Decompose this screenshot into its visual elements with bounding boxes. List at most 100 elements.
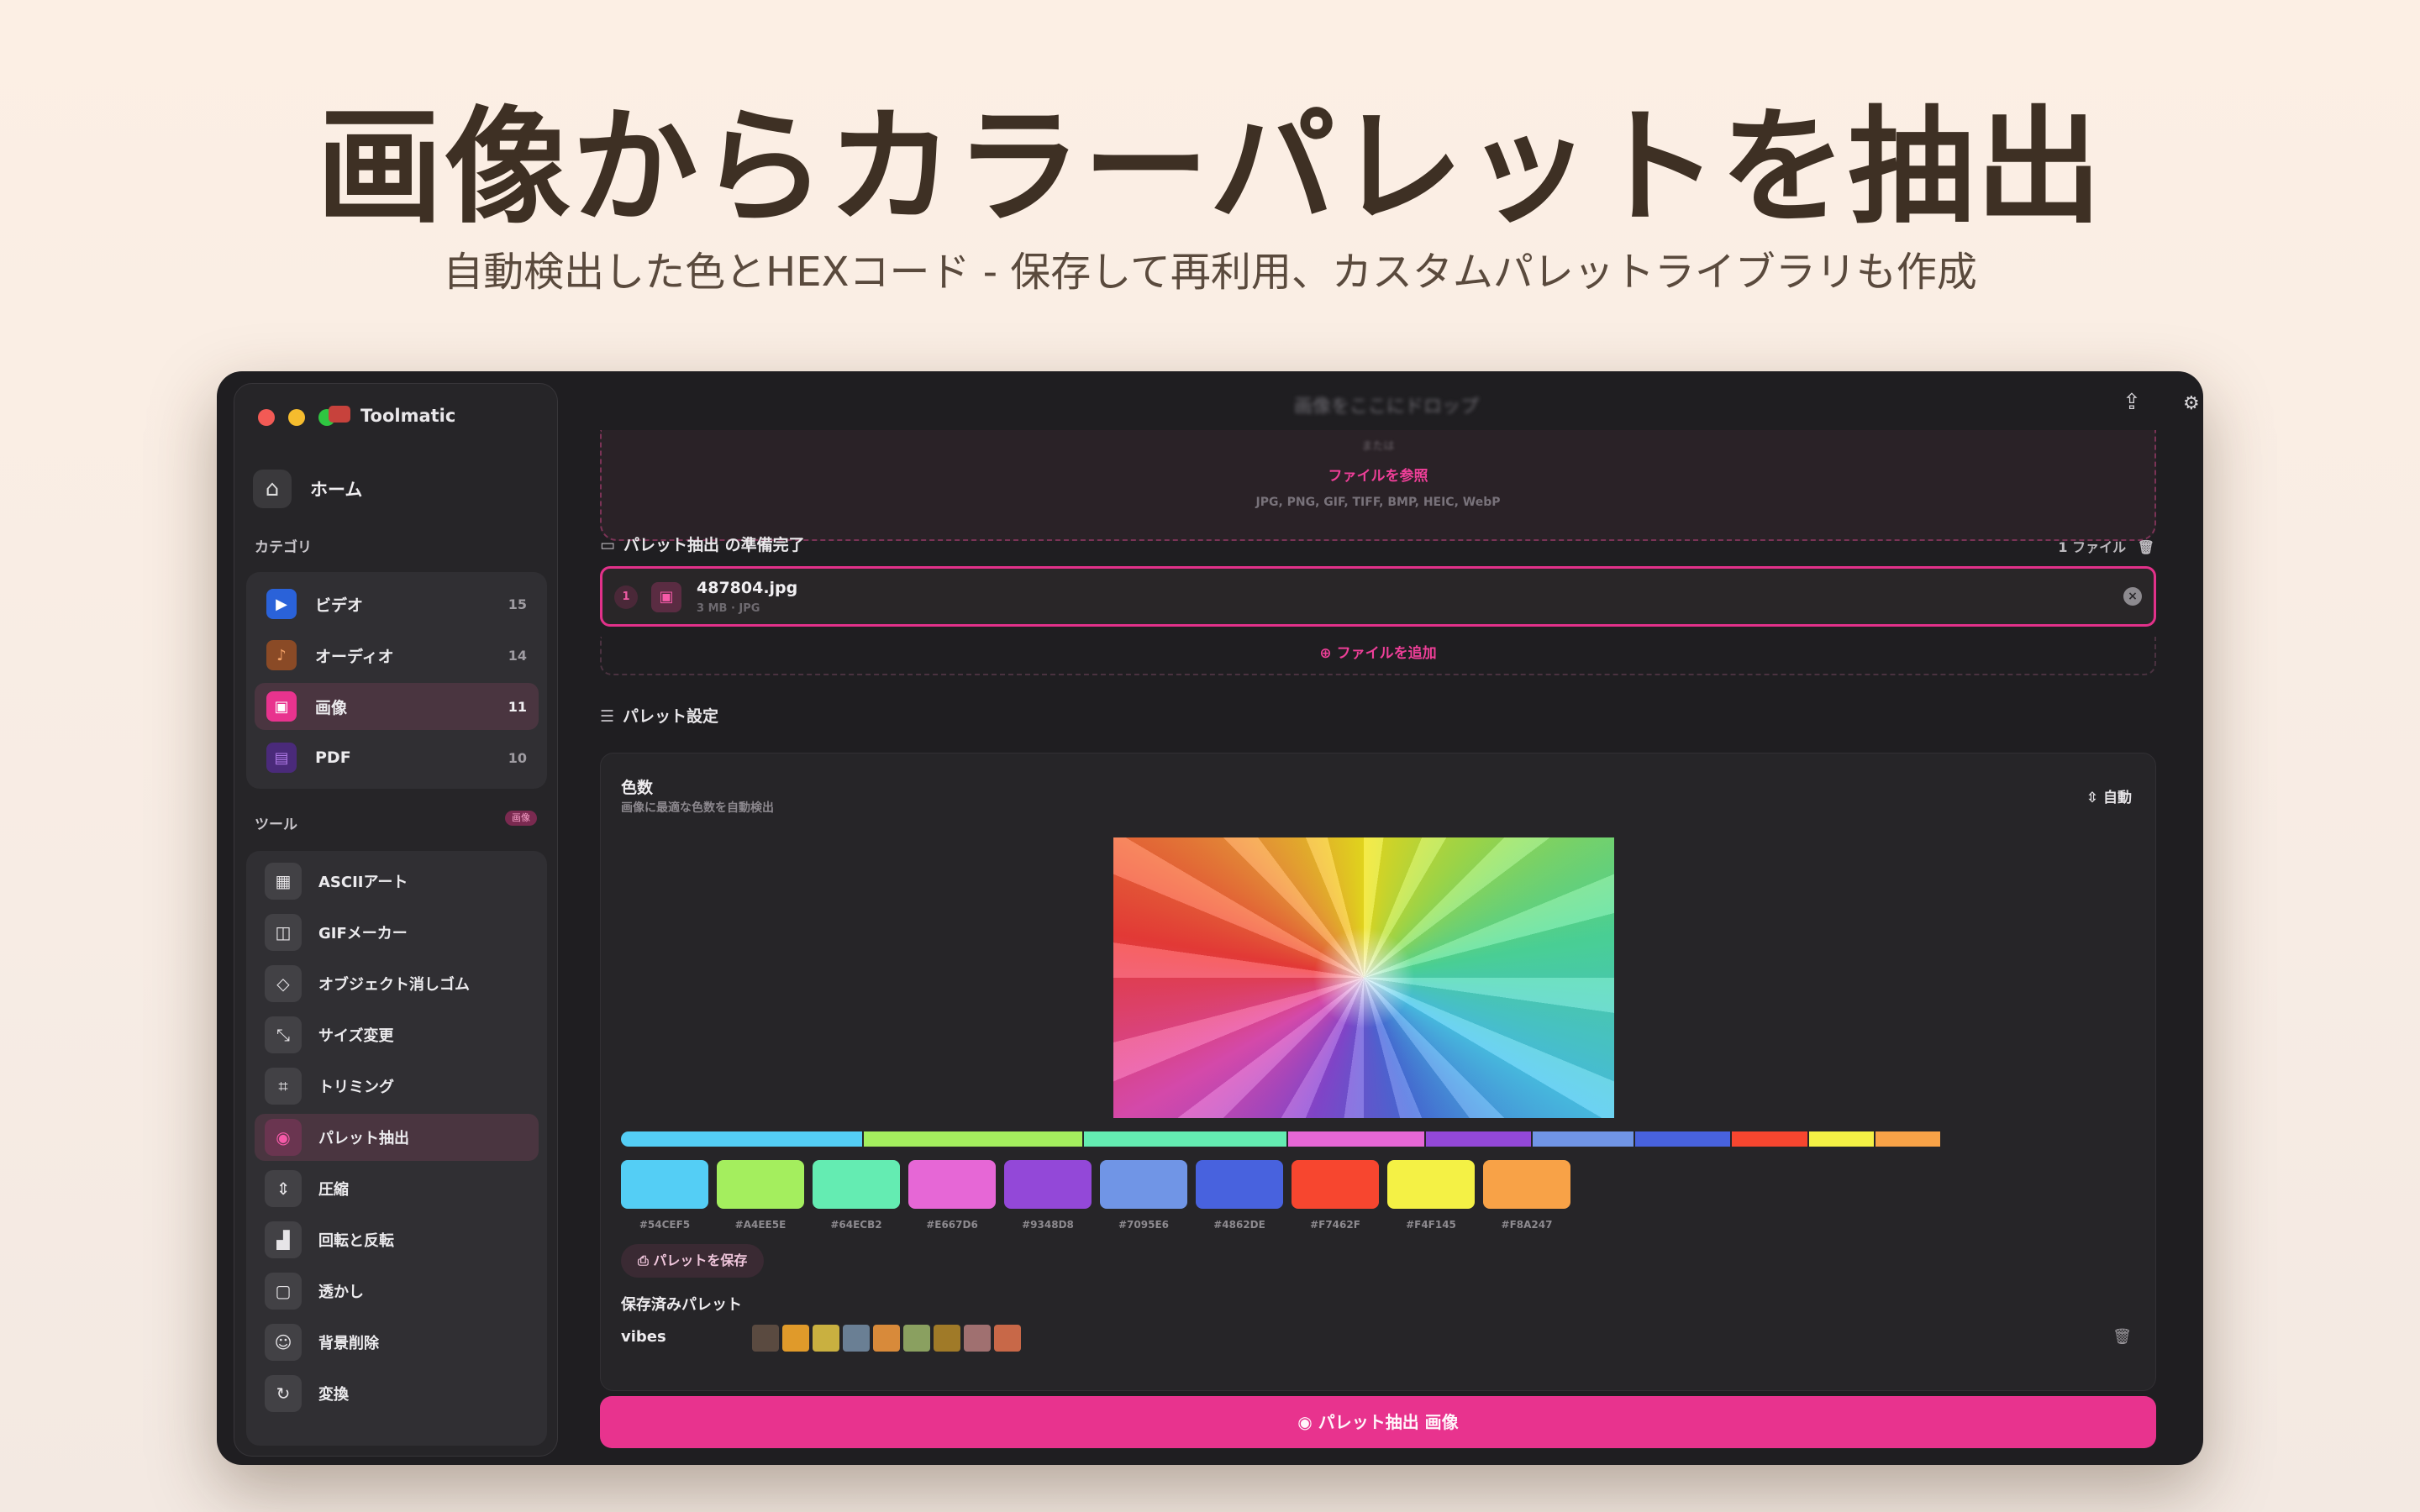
swatch-color — [1387, 1160, 1475, 1209]
image-preview — [1113, 837, 1614, 1118]
saved-color-chip — [994, 1325, 1021, 1352]
image-icon: ▣ — [266, 691, 297, 722]
gear-icon[interactable]: ⚙ — [2183, 393, 2200, 414]
tool-item-gif-maker[interactable]: ◫ GIFメーカー — [255, 909, 539, 956]
app-name: Toolmatic — [360, 406, 456, 426]
tool-list: ▦ ASCIIアート ◫ GIFメーカー ◇ オブジェクト消しゴム ⤡ サイズ変… — [246, 851, 547, 1446]
distribution-segment — [1083, 1131, 1287, 1147]
window-controls — [258, 409, 335, 426]
color-count-value: 自動 — [2103, 790, 2132, 806]
tool-item-palette-extract[interactable]: ◉ パレット抽出 — [255, 1114, 539, 1161]
palette-icon: ◉ — [265, 1119, 302, 1156]
tool-item-watermark[interactable]: ▢ 透かし — [255, 1268, 539, 1315]
drop-or-text: または — [1361, 440, 1395, 453]
sidebar-item-video[interactable]: ▶ ビデオ 15 — [255, 580, 539, 627]
home-icon: ⌂ — [253, 470, 292, 508]
saved-color-chip — [843, 1325, 870, 1352]
color-distribution-bar — [621, 1131, 2142, 1147]
sidebar-item-pdf[interactable]: ▤ PDF 10 — [255, 734, 539, 781]
category-label: PDF — [315, 748, 351, 767]
color-count-select[interactable]: ⇳ 自動 — [2086, 785, 2132, 806]
color-swatch[interactable]: #9348D8 — [1004, 1160, 1092, 1231]
sidebar-item-audio[interactable]: ♪ オーディオ 14 — [255, 632, 539, 679]
file-card[interactable]: 1 ▣ 487804.jpg 3 MB · JPG × — [600, 566, 2156, 627]
close-window-button[interactable] — [258, 409, 275, 426]
share-icon[interactable]: ⇪ — [2123, 390, 2141, 415]
color-swatch[interactable]: #E667D6 — [908, 1160, 996, 1231]
main-content: 画像をここにドロップ ⇪ ⚙ または ファイルを参照 JPG, PNG, GIF… — [570, 371, 2203, 1465]
color-swatch[interactable]: #54CEF5 — [621, 1160, 708, 1231]
category-count: 11 — [508, 698, 527, 715]
tool-item-compress[interactable]: ⇕ 圧縮 — [255, 1165, 539, 1212]
sliders-icon: ☰ — [600, 707, 615, 726]
distribution-segment — [1425, 1131, 1532, 1147]
swatch-color — [1196, 1160, 1283, 1209]
remove-file-icon[interactable]: × — [2123, 587, 2142, 606]
color-swatch[interactable]: #F4F145 — [1387, 1160, 1475, 1231]
minimize-window-button[interactable] — [288, 409, 305, 426]
clear-files-trash-icon[interactable]: 🗑 — [2138, 539, 2154, 555]
tool-item-convert[interactable]: ↻ 変換 — [255, 1370, 539, 1417]
archive-icon: ▭ — [600, 536, 615, 554]
tool-item-rotate-flip[interactable]: ▟ 回転と反転 — [255, 1216, 539, 1263]
saved-color-chip — [782, 1325, 809, 1352]
chevron-updown-icon: ⇳ — [2086, 790, 2099, 806]
watermark-icon: ▢ — [265, 1273, 302, 1310]
file-index: 1 — [614, 585, 638, 609]
sidebar: Toolmatic ⌂ ホーム カテゴリ ▶ ビデオ 15 ♪ オーディオ 14… — [234, 383, 558, 1457]
settings-label: パレット設定 — [623, 707, 719, 726]
tool-item-resize[interactable]: ⤡ サイズ変更 — [255, 1011, 539, 1058]
hero-title: 画像からカラーパレットを抽出 — [316, 95, 2104, 241]
palette-settings-card: 色数 画像に最適な色数を自動検出 ⇳ 自動 #54CEF5 #A4EE5E #64E… — [600, 753, 2156, 1391]
saved-color-chip — [873, 1325, 900, 1352]
swatch-color — [813, 1160, 900, 1209]
category-count: 14 — [508, 647, 527, 664]
extract-palette-button[interactable]: ◉ パレット抽出 画像 — [600, 1396, 2156, 1448]
swatch-color — [1100, 1160, 1187, 1209]
browse-files-link[interactable]: ファイルを参照 — [602, 464, 2154, 485]
add-file-button[interactable]: ⊕ ファイルを追加 — [600, 637, 2156, 675]
swatch-color — [621, 1160, 708, 1209]
distribution-segment — [1288, 1131, 1424, 1147]
tool-item-ascii-art[interactable]: ▦ ASCIIアート — [255, 858, 539, 905]
tool-item-crop[interactable]: ⌗ トリミング — [255, 1063, 539, 1110]
music-icon: ♪ — [266, 640, 297, 670]
swatch-hex-code: #7095E6 — [1118, 1219, 1169, 1231]
swatch-hex-code: #64ECB2 — [830, 1219, 882, 1231]
tool-item-object-eraser[interactable]: ◇ オブジェクト消しゴム — [255, 960, 539, 1007]
tool-label: トリミング — [318, 1079, 394, 1096]
color-swatch[interactable]: #A4EE5E — [717, 1160, 804, 1231]
distribution-segment — [1875, 1131, 1940, 1147]
drop-title: 画像をここにドロップ — [1293, 396, 1479, 417]
color-swatch[interactable]: #F8A247 — [1483, 1160, 1570, 1231]
sidebar-item-image[interactable]: ▣ 画像 11 — [255, 683, 539, 730]
tool-label: GIFメーカー — [318, 925, 408, 942]
swatch-hex-code: #F8A247 — [1501, 1219, 1553, 1231]
color-swatch[interactable]: #7095E6 — [1100, 1160, 1187, 1231]
sidebar-item-home[interactable]: ⌂ ホーム — [253, 470, 362, 508]
color-swatch[interactable]: #64ECB2 — [813, 1160, 900, 1231]
saved-palette-chips[interactable] — [752, 1325, 1021, 1352]
save-palette-button[interactable]: ⎙ パレットを保存 — [621, 1244, 765, 1278]
category-label: 画像 — [315, 698, 348, 717]
tool-item-remove-background[interactable]: ☺ 背景削除 — [255, 1319, 539, 1366]
file-drop-zone[interactable]: または ファイルを参照 JPG, PNG, GIF, TIFF, BMP, HE… — [600, 430, 2156, 541]
save-palette-label: パレットを保存 — [653, 1252, 748, 1268]
swatch-hex-code: #F4F145 — [1406, 1219, 1456, 1231]
tool-label: 変換 — [318, 1386, 349, 1404]
delete-palette-trash-icon[interactable]: 🗑 — [2112, 1328, 2132, 1346]
saved-palette-name[interactable]: vibes — [621, 1328, 666, 1346]
swatch-hex-code: #A4EE5E — [734, 1219, 786, 1231]
convert-icon: ↻ — [265, 1375, 302, 1412]
color-count-subtitle: 画像に最適な色数を自動検出 — [621, 801, 774, 815]
tool-label: 透かし — [318, 1284, 364, 1301]
category-label: ビデオ — [315, 596, 364, 615]
color-swatch[interactable]: #F7462F — [1292, 1160, 1379, 1231]
swatch-color — [1483, 1160, 1570, 1209]
file-name: 487804.jpg — [697, 579, 798, 597]
resize-icon: ⤡ — [265, 1016, 302, 1053]
color-swatch[interactable]: #4862DE — [1196, 1160, 1283, 1231]
toolbox-icon — [329, 406, 350, 423]
categories-heading: カテゴリ — [255, 539, 312, 556]
swatch-hex-code: #54CEF5 — [639, 1219, 691, 1231]
